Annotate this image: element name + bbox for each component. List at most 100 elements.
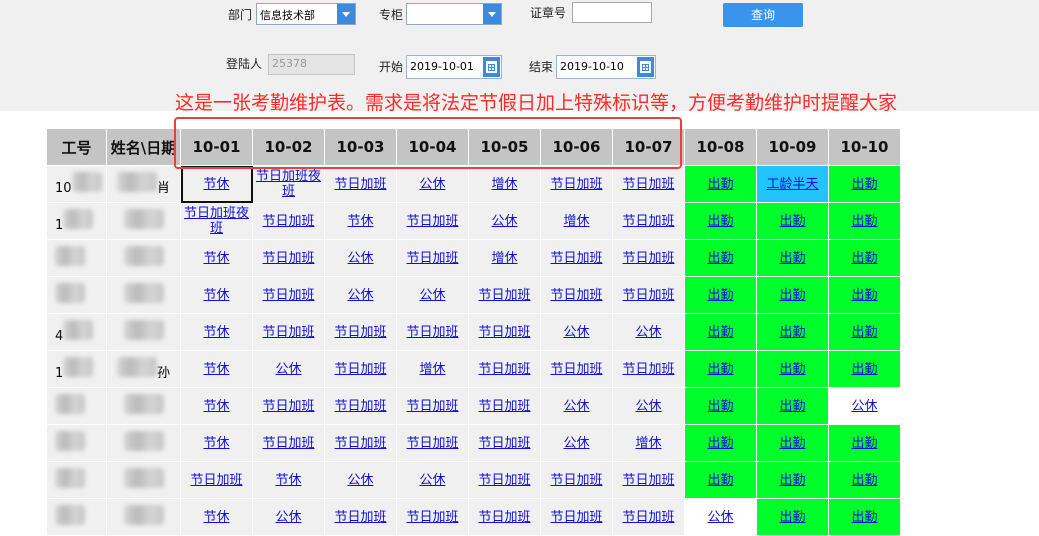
attendance-cell[interactable]: 公休	[540, 387, 613, 425]
attendance-link[interactable]: 节日加班	[334, 510, 386, 525]
query-button[interactable]: 查询	[723, 3, 803, 27]
attendance-link[interactable]: 出勤	[707, 436, 733, 451]
attendance-cell[interactable]: 节日加班	[612, 202, 685, 240]
counter-select[interactable]	[406, 3, 502, 25]
attendance-link[interactable]: 公休	[635, 325, 661, 340]
attendance-cell[interactable]: 节日加班	[612, 498, 685, 536]
attendance-cell[interactable]: 节日加班	[396, 424, 469, 462]
attendance-link[interactable]: 公休	[563, 436, 589, 451]
calendar-icon[interactable]	[483, 57, 500, 77]
attendance-cell[interactable]: 出勤	[828, 498, 901, 536]
attendance-link[interactable]: 出勤	[851, 177, 877, 192]
attendance-cell[interactable]: 出勤	[684, 165, 757, 203]
attendance-cell[interactable]: 出勤	[756, 202, 829, 240]
attendance-cell[interactable]: 节日加班	[468, 276, 541, 314]
attendance-link[interactable]: 出勤	[707, 288, 733, 303]
attendance-link[interactable]: 节日加班	[262, 399, 314, 414]
attendance-cell[interactable]: 公休	[684, 498, 757, 536]
attendance-link[interactable]: 增休	[635, 436, 661, 451]
attendance-cell[interactable]: 节日加班	[612, 276, 685, 314]
attendance-cell[interactable]: 公休	[468, 202, 541, 240]
attendance-link[interactable]: 公休	[419, 288, 445, 303]
attendance-cell[interactable]: 出勤	[828, 461, 901, 499]
attendance-cell[interactable]: 节休	[180, 387, 253, 425]
badge-number-input[interactable]	[572, 2, 652, 23]
attendance-cell[interactable]: 节日加班	[468, 350, 541, 388]
attendance-link[interactable]: 节日加班	[334, 436, 386, 451]
attendance-cell[interactable]: 节休	[180, 350, 253, 388]
attendance-cell[interactable]: 节日加班	[396, 202, 469, 240]
attendance-cell[interactable]: 节日加班	[252, 202, 325, 240]
attendance-link[interactable]: 节日加班	[262, 325, 314, 340]
attendance-cell[interactable]: 节日加班	[540, 350, 613, 388]
attendance-cell[interactable]: 节日加班	[252, 387, 325, 425]
attendance-cell[interactable]: 出勤	[828, 313, 901, 351]
attendance-cell[interactable]: 节日加班	[396, 498, 469, 536]
attendance-link[interactable]: 公休	[635, 399, 661, 414]
attendance-link[interactable]: 公休	[563, 325, 589, 340]
attendance-cell[interactable]: 公休	[540, 313, 613, 351]
attendance-link[interactable]: 节日加班	[622, 362, 674, 377]
attendance-link[interactable]: 节日加班	[550, 288, 602, 303]
attendance-cell[interactable]: 出勤	[756, 276, 829, 314]
attendance-link[interactable]: 节日加班	[550, 473, 602, 488]
attendance-cell[interactable]: 节日加班	[612, 165, 685, 203]
attendance-cell[interactable]: 出勤	[684, 461, 757, 499]
attendance-cell[interactable]: 节休	[180, 239, 253, 277]
attendance-cell[interactable]: 节日加班	[180, 461, 253, 499]
attendance-link[interactable]: 节日加班	[478, 473, 530, 488]
attendance-link[interactable]: 节日加班	[334, 325, 386, 340]
attendance-cell[interactable]: 增休	[468, 239, 541, 277]
attendance-link[interactable]: 节日加班	[478, 399, 530, 414]
attendance-cell[interactable]: 节日加班	[324, 350, 397, 388]
attendance-link[interactable]: 出勤	[707, 473, 733, 488]
attendance-cell[interactable]: 节日加班	[468, 313, 541, 351]
attendance-cell[interactable]: 节日加班	[540, 239, 613, 277]
attendance-link[interactable]: 节日加班	[262, 288, 314, 303]
attendance-cell[interactable]: 节日加班	[540, 165, 613, 203]
attendance-link[interactable]: 出勤	[851, 362, 877, 377]
attendance-link[interactable]: 出勤	[779, 214, 805, 229]
attendance-cell[interactable]: 出勤	[756, 461, 829, 499]
attendance-cell[interactable]: 出勤	[756, 424, 829, 462]
end-date-input[interactable]: 2019-10-10	[556, 55, 656, 79]
attendance-cell[interactable]: 节休	[180, 313, 253, 351]
attendance-link[interactable]: 节休	[203, 288, 229, 303]
attendance-cell[interactable]: 节日加班	[468, 424, 541, 462]
attendance-link[interactable]: 节休	[203, 362, 229, 377]
attendance-link[interactable]: 增休	[491, 177, 517, 192]
attendance-link[interactable]: 公休	[419, 473, 445, 488]
attendance-link[interactable]: 公休	[347, 288, 373, 303]
chevron-down-icon[interactable]	[337, 4, 355, 24]
attendance-link[interactable]: 节日加班	[622, 288, 674, 303]
attendance-link[interactable]: 节日加班	[478, 436, 530, 451]
attendance-cell[interactable]: 公休	[612, 313, 685, 351]
attendance-link[interactable]: 增休	[491, 251, 517, 266]
attendance-cell[interactable]: 节日加班	[612, 239, 685, 277]
attendance-cell[interactable]: 出勤	[828, 202, 901, 240]
attendance-link[interactable]: 出勤	[851, 325, 877, 340]
attendance-link[interactable]: 出勤	[851, 510, 877, 525]
attendance-cell[interactable]: 公休	[612, 387, 685, 425]
attendance-link[interactable]: 出勤	[851, 436, 877, 451]
attendance-cell[interactable]: 出勤	[684, 202, 757, 240]
attendance-cell[interactable]: 出勤	[828, 350, 901, 388]
attendance-link[interactable]: 节休	[203, 325, 229, 340]
attendance-link[interactable]: 公休	[347, 473, 373, 488]
attendance-link[interactable]: 节日加班	[334, 362, 386, 377]
attendance-cell[interactable]: 出勤	[828, 276, 901, 314]
attendance-link[interactable]: 公休	[851, 399, 877, 414]
attendance-link[interactable]: 出勤	[851, 214, 877, 229]
attendance-cell[interactable]: 公休	[252, 498, 325, 536]
dept-select[interactable]: 信息技术部	[256, 3, 356, 25]
attendance-cell[interactable]: 公休	[540, 424, 613, 462]
attendance-cell[interactable]: 出勤	[756, 498, 829, 536]
attendance-link[interactable]: 节日加班	[622, 251, 674, 266]
attendance-cell[interactable]: 节日加班	[252, 276, 325, 314]
attendance-link[interactable]: 出勤	[779, 362, 805, 377]
attendance-link[interactable]: 节休	[275, 473, 301, 488]
attendance-cell[interactable]: 公休	[396, 165, 469, 203]
attendance-link[interactable]: 节日加班	[406, 436, 458, 451]
attendance-cell[interactable]: 节日加班	[612, 461, 685, 499]
attendance-link[interactable]: 出勤	[779, 399, 805, 414]
